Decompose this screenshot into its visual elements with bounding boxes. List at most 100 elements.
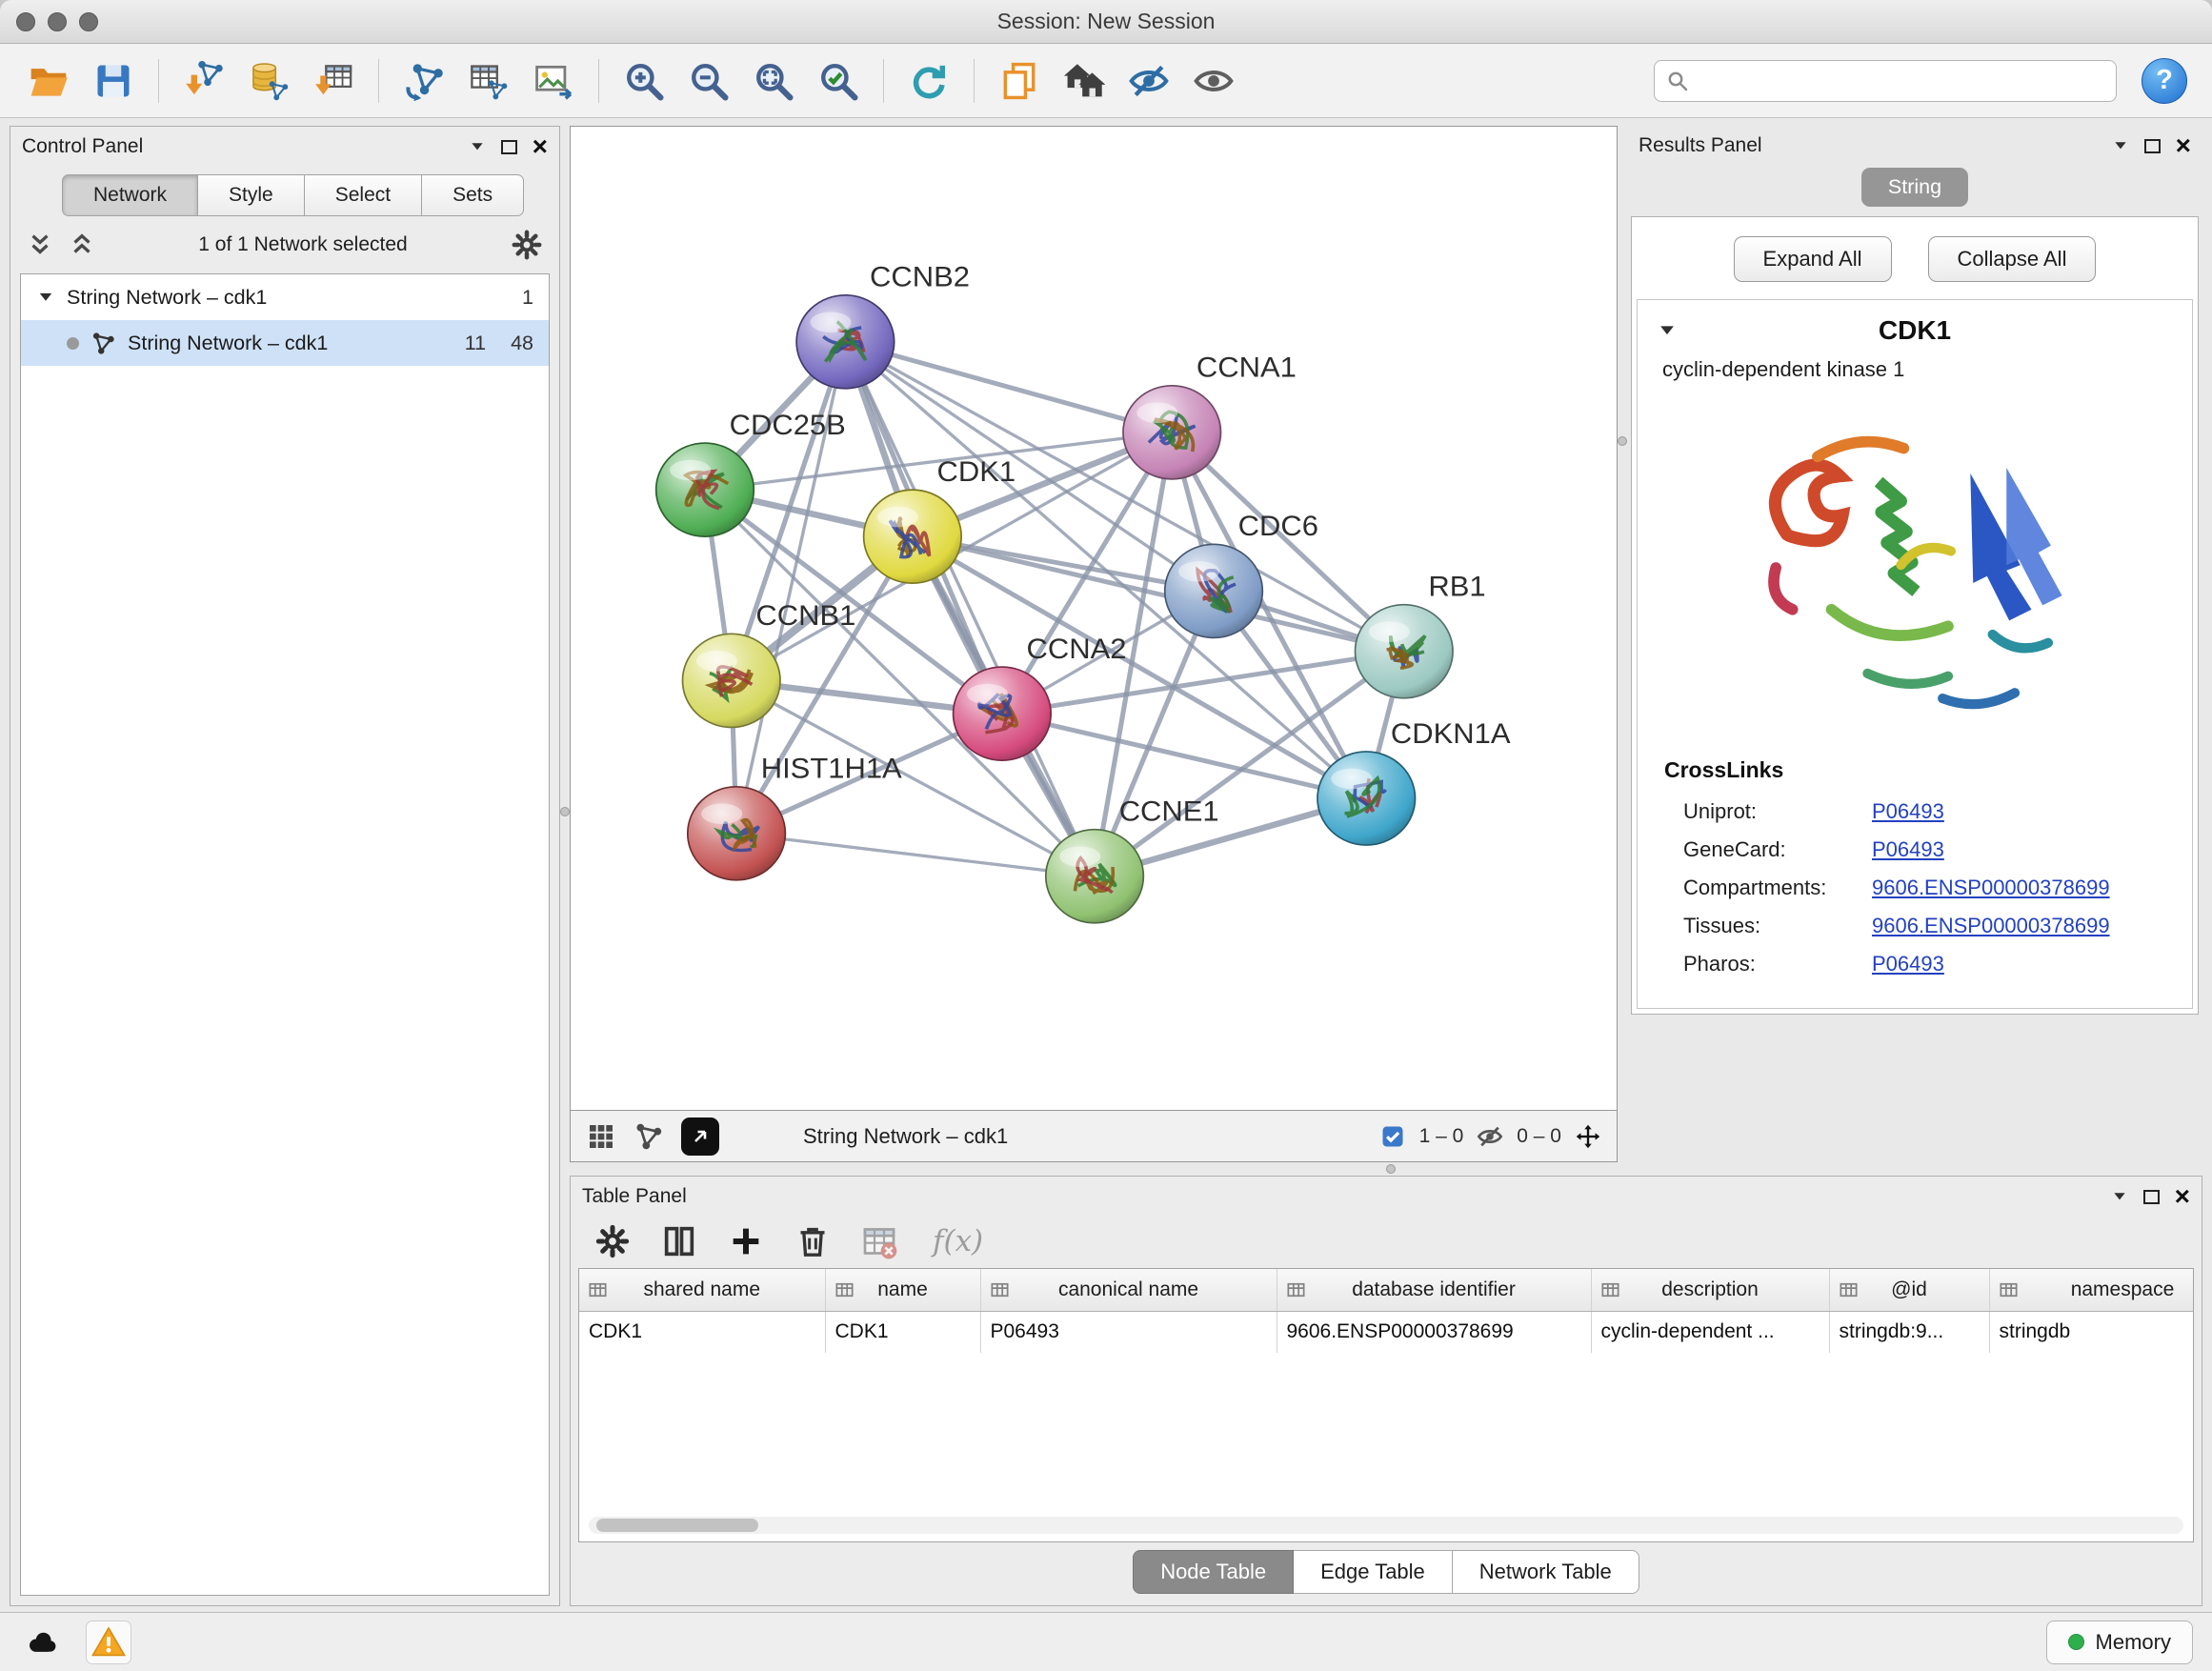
add-column-icon[interactable] — [727, 1222, 765, 1260]
home-button[interactable] — [1055, 52, 1114, 110]
network-canvas[interactable]: CCNB2CCNA1CDC25BCDK1CDC6RB1CCNB1CCNA2CDK… — [570, 126, 1618, 1111]
detach-view-button[interactable] — [681, 1117, 719, 1156]
splitter-handle[interactable] — [1618, 436, 1627, 446]
hidden-eye-slash-icon[interactable] — [1477, 1123, 1503, 1150]
network-collection-row[interactable]: String Network – cdk1 1 — [21, 274, 549, 320]
results-panel-splitter[interactable] — [1618, 126, 1627, 1162]
cloud-status-icon[interactable] — [19, 1621, 65, 1664]
zoom-out-button[interactable] — [679, 52, 738, 110]
network-node-CDK1[interactable]: CDK1 — [864, 457, 1016, 584]
new-network-from-table-button[interactable] — [459, 52, 518, 110]
table-cell[interactable]: P06493 — [980, 1311, 1277, 1353]
show-columns-icon[interactable] — [660, 1222, 698, 1260]
expander-icon[interactable] — [36, 288, 55, 307]
import-network-database-button[interactable] — [239, 52, 298, 110]
refresh-view-button[interactable] — [899, 52, 958, 110]
table-panel-splitter[interactable] — [570, 1162, 2202, 1176]
expand-all-button[interactable]: Expand All — [1734, 236, 1892, 282]
table-cell[interactable]: stringdb — [1989, 1311, 2194, 1353]
column-header-canonical-name[interactable]: canonical name — [980, 1269, 1277, 1311]
column-header-shared-name[interactable]: shared name — [579, 1269, 825, 1311]
float-panel-icon[interactable] — [501, 140, 517, 154]
string-app-icon[interactable] — [633, 1121, 664, 1152]
network-edge[interactable] — [845, 342, 1172, 433]
control-panel-splitter[interactable] — [560, 126, 570, 1606]
memory-button[interactable]: Memory — [2046, 1621, 2193, 1664]
network-node-RB1[interactable]: RB1 — [1356, 572, 1486, 698]
network-row[interactable]: String Network – cdk1 11 48 — [21, 320, 549, 366]
crosslink-link[interactable]: P06493 — [1872, 799, 1944, 824]
zoom-in-button[interactable] — [614, 52, 674, 110]
table-tab-node-table[interactable]: Node Table — [1133, 1550, 1294, 1594]
network-node-CCNA1[interactable]: CCNA1 — [1123, 352, 1297, 479]
hide-selected-button[interactable] — [1119, 52, 1178, 110]
network-edge[interactable] — [845, 342, 1095, 876]
column-header-@id[interactable]: @id — [1829, 1269, 1989, 1311]
column-header-description[interactable]: description — [1591, 1269, 1829, 1311]
column-header-name[interactable]: name — [825, 1269, 980, 1311]
crosslink-link[interactable]: P06493 — [1872, 837, 1944, 862]
table-cell[interactable]: cyclin-dependent ... — [1591, 1311, 1829, 1353]
network-options-gear-icon[interactable] — [510, 228, 544, 262]
expand-all-icon[interactable] — [68, 231, 96, 259]
export-image-button[interactable] — [524, 52, 583, 110]
save-session-button[interactable] — [84, 52, 143, 110]
tab-sets[interactable]: Sets — [422, 174, 524, 216]
crosslink-link[interactable]: 9606.ENSP00000378699 — [1872, 914, 2110, 938]
selected-checkbox-icon[interactable] — [1379, 1123, 1406, 1150]
zoom-selected-button[interactable] — [809, 52, 868, 110]
panel-menu-icon[interactable] — [2112, 137, 2129, 154]
scrollbar-thumb[interactable] — [596, 1519, 758, 1532]
attribute-table[interactable]: shared namenamecanonical namedatabase id… — [579, 1269, 2194, 1353]
search-input[interactable] — [1699, 70, 2104, 92]
duplicate-network-button[interactable] — [990, 52, 1049, 110]
splitter-handle[interactable] — [560, 807, 570, 816]
collapse-all-button[interactable]: Collapse All — [1928, 236, 2097, 282]
help-button[interactable]: ? — [2142, 58, 2187, 104]
minimize-window-button[interactable] — [48, 12, 67, 31]
section-expander-icon[interactable] — [1657, 320, 1678, 341]
new-network-button[interactable] — [394, 52, 453, 110]
table-cell[interactable]: CDK1 — [825, 1311, 980, 1353]
close-panel-icon[interactable]: × — [2175, 1187, 2190, 1206]
collapse-all-icon[interactable] — [26, 231, 54, 259]
network-graph[interactable]: CCNB2CCNA1CDC25BCDK1CDC6RB1CCNB1CCNA2CDK… — [571, 127, 1617, 1110]
crosslink-link[interactable]: P06493 — [1872, 952, 1944, 976]
open-session-button[interactable] — [19, 52, 78, 110]
network-edge[interactable] — [736, 834, 1095, 876]
table-cell[interactable]: CDK1 — [579, 1311, 825, 1353]
function-builder-icon[interactable]: f(x) — [933, 1224, 983, 1258]
panel-menu-icon[interactable] — [469, 138, 486, 155]
horizontal-scrollbar[interactable] — [589, 1517, 2183, 1534]
warnings-button[interactable] — [86, 1621, 131, 1664]
panel-menu-icon[interactable] — [2111, 1188, 2128, 1205]
table-tab-network-table[interactable]: Network Table — [1453, 1550, 1639, 1594]
table-tab-edge-table[interactable]: Edge Table — [1294, 1550, 1453, 1594]
table-options-gear-icon[interactable] — [593, 1222, 632, 1260]
network-node-HIST1H1A[interactable]: HIST1H1A — [688, 754, 903, 880]
birdseye-grid-icon[interactable] — [586, 1121, 616, 1152]
toolbar-search[interactable] — [1654, 60, 2117, 102]
tab-style[interactable]: Style — [198, 174, 305, 216]
zoom-fit-button[interactable] — [744, 52, 803, 110]
delete-column-icon[interactable] — [794, 1222, 832, 1260]
column-header-database-identifier[interactable]: database identifier — [1277, 1269, 1591, 1311]
tab-string[interactable]: String — [1861, 168, 1968, 207]
column-header-namespace[interactable]: namespace — [1989, 1269, 2194, 1311]
show-panels-button[interactable] — [1184, 52, 1243, 110]
crosslink-link[interactable]: 9606.ENSP00000378699 — [1872, 876, 2110, 900]
import-table-file-button[interactable] — [304, 52, 363, 110]
close-window-button[interactable] — [16, 12, 35, 31]
close-panel-icon[interactable]: × — [533, 137, 548, 156]
table-row[interactable]: CDK1CDK1P064939606.ENSP00000378699cyclin… — [579, 1311, 2194, 1353]
network-node-CCNE1[interactable]: CCNE1 — [1046, 796, 1219, 923]
splitter-handle[interactable] — [1386, 1164, 1396, 1174]
table-cell[interactable]: stringdb:9... — [1829, 1311, 1989, 1353]
close-panel-icon[interactable]: × — [2176, 136, 2191, 155]
tab-network[interactable]: Network — [62, 174, 198, 216]
tab-select[interactable]: Select — [305, 174, 422, 216]
float-panel-icon[interactable] — [2143, 1190, 2160, 1204]
network-node-CDKN1A[interactable]: CDKN1A — [1317, 718, 1511, 845]
maximize-window-button[interactable] — [79, 12, 98, 31]
network-node-CCNB1[interactable]: CCNB1 — [682, 601, 855, 728]
